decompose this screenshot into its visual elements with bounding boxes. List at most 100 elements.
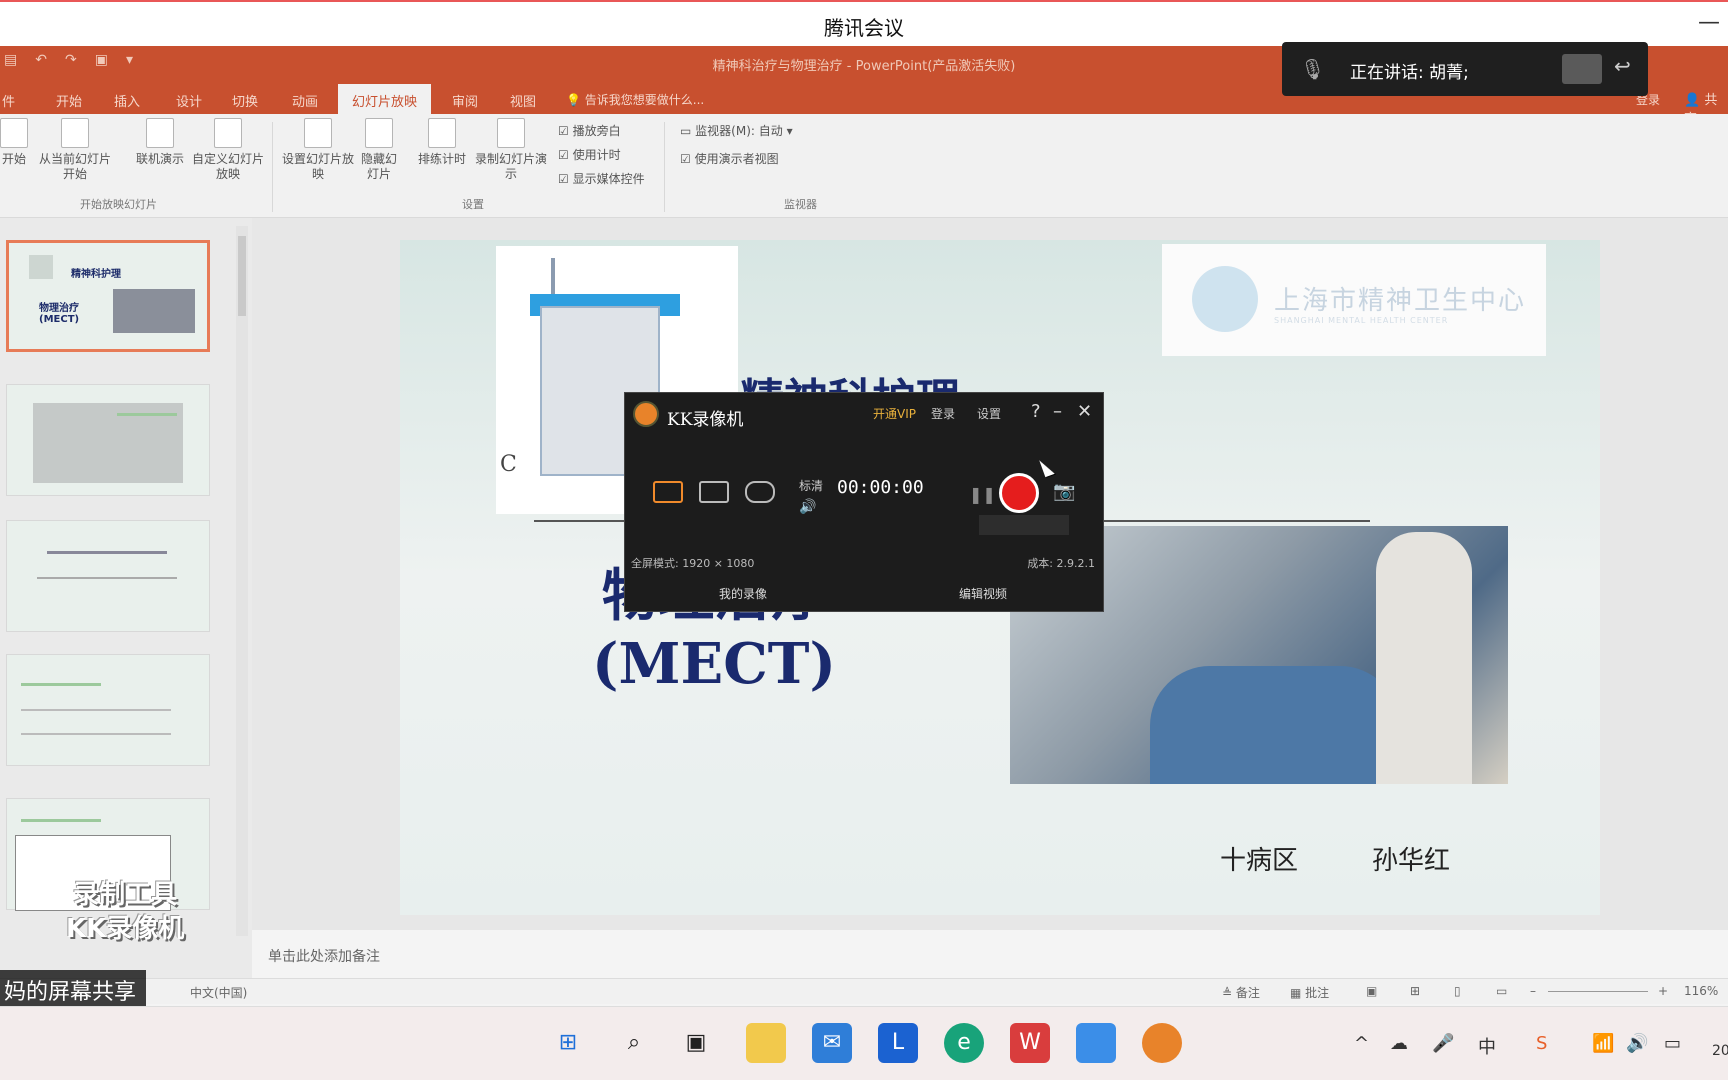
group-separator [664, 122, 665, 212]
tab-review[interactable]: 审阅 [452, 91, 478, 110]
start-icon[interactable]: ⊞ [548, 1023, 588, 1063]
edge-icon[interactable]: e [944, 1023, 984, 1063]
tab-transitions[interactable]: 切换 [232, 91, 258, 110]
tab-insert[interactable]: 插入 [114, 91, 140, 110]
clock[interactable]: 20 [1712, 1043, 1728, 1059]
edit-video-link[interactable]: 编辑视频 [959, 585, 1007, 602]
hide-slide-button[interactable]: 隐藏幻灯片 [356, 118, 402, 182]
thumbnail-subtitle: 物理治疗 (MECT) [39, 303, 80, 325]
logo-name: 上海市精神卫生中心 [1274, 286, 1527, 316]
mode-info: 全屏模式: 1920 × 1080 [631, 557, 755, 570]
scrollbar-thumb[interactable] [238, 236, 246, 316]
comments-toggle[interactable]: ▦ 批注 [1290, 984, 1329, 1001]
lenovo-icon[interactable]: L [878, 1023, 918, 1063]
rehearse-timings-button[interactable]: 排练计时 [408, 118, 476, 167]
thumbnail-line [117, 413, 177, 416]
tab-home[interactable]: 开始 [56, 91, 82, 110]
kk-recorder-icon[interactable] [1142, 1023, 1182, 1063]
zoom-slider[interactable] [1548, 991, 1648, 992]
thumbnail-line [21, 709, 171, 711]
custom-slideshow-button[interactable]: 自定义幻灯片放映 [190, 118, 266, 182]
mail-icon[interactable]: ✉ [812, 1023, 852, 1063]
onedrive-icon[interactable]: ☁ [1390, 1033, 1408, 1054]
record-slideshow-button[interactable]: 录制幻灯片演示 [472, 118, 550, 182]
sogou-icon[interactable]: S [1536, 1033, 1547, 1054]
screen-share-label: 妈的屏幕共享 [0, 970, 147, 1006]
slideshow-icon [0, 118, 28, 148]
volume-icon[interactable]: 🔊 [1626, 1033, 1648, 1054]
muted-mic-icon: 🎙 [1300, 57, 1326, 81]
slide-thumbnail-2[interactable] [6, 384, 210, 496]
zoom-out-icon[interactable]: – [1530, 984, 1536, 998]
kk-vip-link[interactable]: 开通VIP [873, 405, 916, 422]
group-label-monitor: 监视器 [784, 198, 817, 211]
slideshow-view-icon[interactable]: ▭ [1496, 984, 1507, 998]
search-icon[interactable]: ⌕ [614, 1023, 654, 1063]
tab-slideshow[interactable]: 幻灯片放映 [338, 84, 432, 114]
camera-icon[interactable]: 📷 [1053, 481, 1075, 502]
tab-animations[interactable]: 动画 [292, 91, 318, 110]
quality-select[interactable]: 标清 [799, 477, 823, 494]
back-icon[interactable]: ↩ [1614, 54, 1631, 78]
ribbon: 开始 从当前幻灯片开始 联机演示 自定义幻灯片放映 设置幻灯片放映 隐藏幻灯片 … [0, 114, 1728, 218]
from-current-slide-button[interactable]: 从当前幻灯片开始 [36, 118, 114, 182]
thumbnail-line [47, 551, 167, 554]
photos-icon[interactable] [1076, 1023, 1116, 1063]
slide-thumbnail-1[interactable]: 精神科护理 物理治疗 (MECT) [6, 240, 210, 352]
region-mode-icon[interactable] [699, 481, 729, 503]
slideshow-current-icon [61, 118, 89, 148]
pause-icon[interactable]: ❚❚ [969, 485, 996, 504]
online-present-button[interactable]: 联机演示 [126, 118, 194, 167]
ward-label: 十病区 [1220, 846, 1299, 876]
record-button[interactable] [999, 473, 1039, 513]
slide-thumbnail-4[interactable] [6, 654, 210, 766]
speaker-icon[interactable]: 🔊 [799, 499, 816, 515]
meeting-title: 腾讯会议 [824, 16, 904, 40]
chevron-up-icon[interactable]: ^ [1354, 1033, 1369, 1054]
zoom-in-icon[interactable]: + [1658, 984, 1668, 998]
tab-design[interactable]: 设计 [176, 91, 202, 110]
speaking-indicator: 🎙 正在讲话: 胡菁; ↩ [1282, 42, 1648, 96]
monitor-select[interactable]: ▭ 监视器(M): 自动 ▾ [680, 122, 793, 139]
checkbox-show-media-controls[interactable]: ☑ 显示媒体控件 [558, 170, 645, 187]
help-icon[interactable]: ? [1031, 401, 1041, 422]
kk-settings-link[interactable]: 设置 [977, 405, 1001, 422]
fullscreen-mode-icon[interactable] [653, 481, 683, 503]
file-explorer-icon[interactable] [746, 1023, 786, 1063]
checkbox-presenter-view[interactable]: ☑ 使用演示者视图 [680, 150, 779, 167]
battery-icon[interactable]: ▭ [1664, 1033, 1681, 1054]
checkbox-use-timings[interactable]: ☑ 使用计时 [558, 146, 621, 163]
slide-sorter-icon[interactable]: ⊞ [1410, 984, 1420, 998]
minimize-button[interactable]: — [1698, 10, 1720, 35]
wifi-icon[interactable]: 📶 [1592, 1033, 1614, 1054]
checkbox-play-narration[interactable]: ☑ 播放旁白 [558, 122, 621, 139]
tell-me-search[interactable]: 💡 告诉我您想要做什么... [566, 91, 704, 108]
ime-indicator[interactable]: 中 [1478, 1033, 1496, 1059]
group-label-start: 开始放映幻灯片 [80, 198, 157, 211]
my-videos-link[interactable]: 我的录像 [719, 585, 767, 602]
thumbnail-photo [113, 289, 195, 333]
logo-english-name: SHANGHAI MENTAL HEALTH CENTER [1274, 316, 1449, 325]
language-status[interactable]: 中文(中国) [190, 984, 247, 1001]
wps-icon[interactable]: W [1010, 1023, 1050, 1063]
notes-toggle[interactable]: ≜ 备注 [1222, 984, 1260, 1001]
start-slideshow-button[interactable]: 开始 [0, 118, 34, 167]
notes-placeholder[interactable]: 单击此处添加备注 [268, 946, 380, 966]
tab-view[interactable]: 视图 [510, 91, 536, 110]
custom-slideshow-icon [214, 118, 242, 148]
game-mode-icon[interactable] [745, 481, 775, 503]
kk-login-link[interactable]: 登录 [931, 405, 955, 422]
reading-view-icon[interactable]: ▯ [1454, 984, 1461, 998]
slide-thumbnail-3[interactable] [6, 520, 210, 632]
normal-view-icon[interactable]: ▣ [1366, 984, 1377, 998]
close-icon[interactable]: ✕ [1077, 401, 1092, 422]
thumbnail-scrollbar[interactable] [236, 226, 248, 936]
minimize-icon[interactable]: – [1053, 401, 1062, 422]
microphone-icon[interactable]: 🎤 [1432, 1033, 1454, 1054]
setup-slideshow-button[interactable]: 设置幻灯片放映 [280, 118, 356, 182]
record-icon [497, 118, 525, 148]
zoom-level[interactable]: 116% [1684, 984, 1718, 998]
tab-file[interactable]: 件 [2, 91, 15, 110]
recording-timer: 00:00:00 [837, 477, 924, 498]
task-view-icon[interactable]: ▣ [676, 1023, 716, 1063]
